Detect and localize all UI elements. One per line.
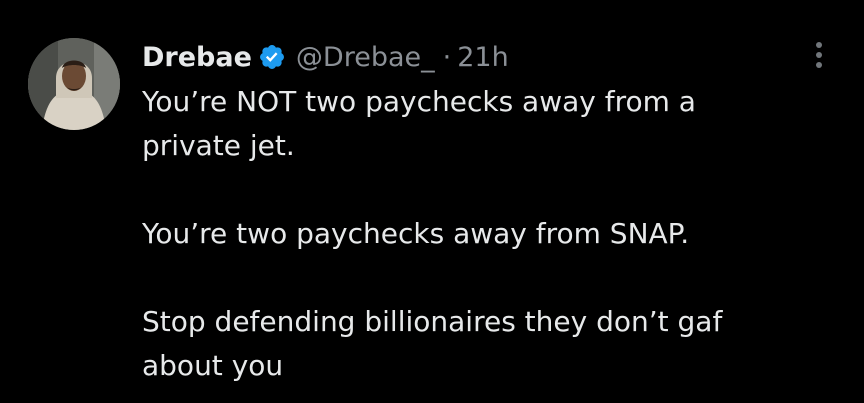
tweet-line: You’re two paychecks away from SNAP. [142, 217, 690, 250]
display-name[interactable]: Drebae [142, 42, 252, 73]
user-handle[interactable]: @Drebae_ [296, 42, 435, 73]
verified-badge-icon [258, 43, 286, 71]
tweet-card[interactable]: Drebae @Drebae_ · 21h You’re NOT two pay… [0, 0, 864, 403]
timestamp[interactable]: 21h [457, 42, 508, 73]
more-options-icon[interactable] [812, 42, 826, 72]
tweet-paragraph: Stop defending billionaires they don’t g… [142, 300, 832, 388]
tweet-paragraph: You’re NOT two paychecks away from a pri… [142, 80, 832, 168]
avatar[interactable] [28, 38, 120, 130]
tweet-paragraph: You’re two paychecks away from SNAP. [142, 212, 832, 256]
avatar-photo [28, 38, 120, 130]
tweet-text: You’re NOT two paychecks away from a pri… [142, 80, 832, 388]
tweet-line: about you [142, 349, 284, 382]
tweet-header: Drebae @Drebae_ · 21h [142, 37, 509, 77]
tweet-line: private jet. [142, 129, 295, 162]
tweet-line: Stop defending billionaires they don’t g… [142, 305, 723, 338]
tweet-line: You’re NOT two paychecks away from a [142, 85, 696, 118]
separator-dot: · [442, 41, 452, 73]
